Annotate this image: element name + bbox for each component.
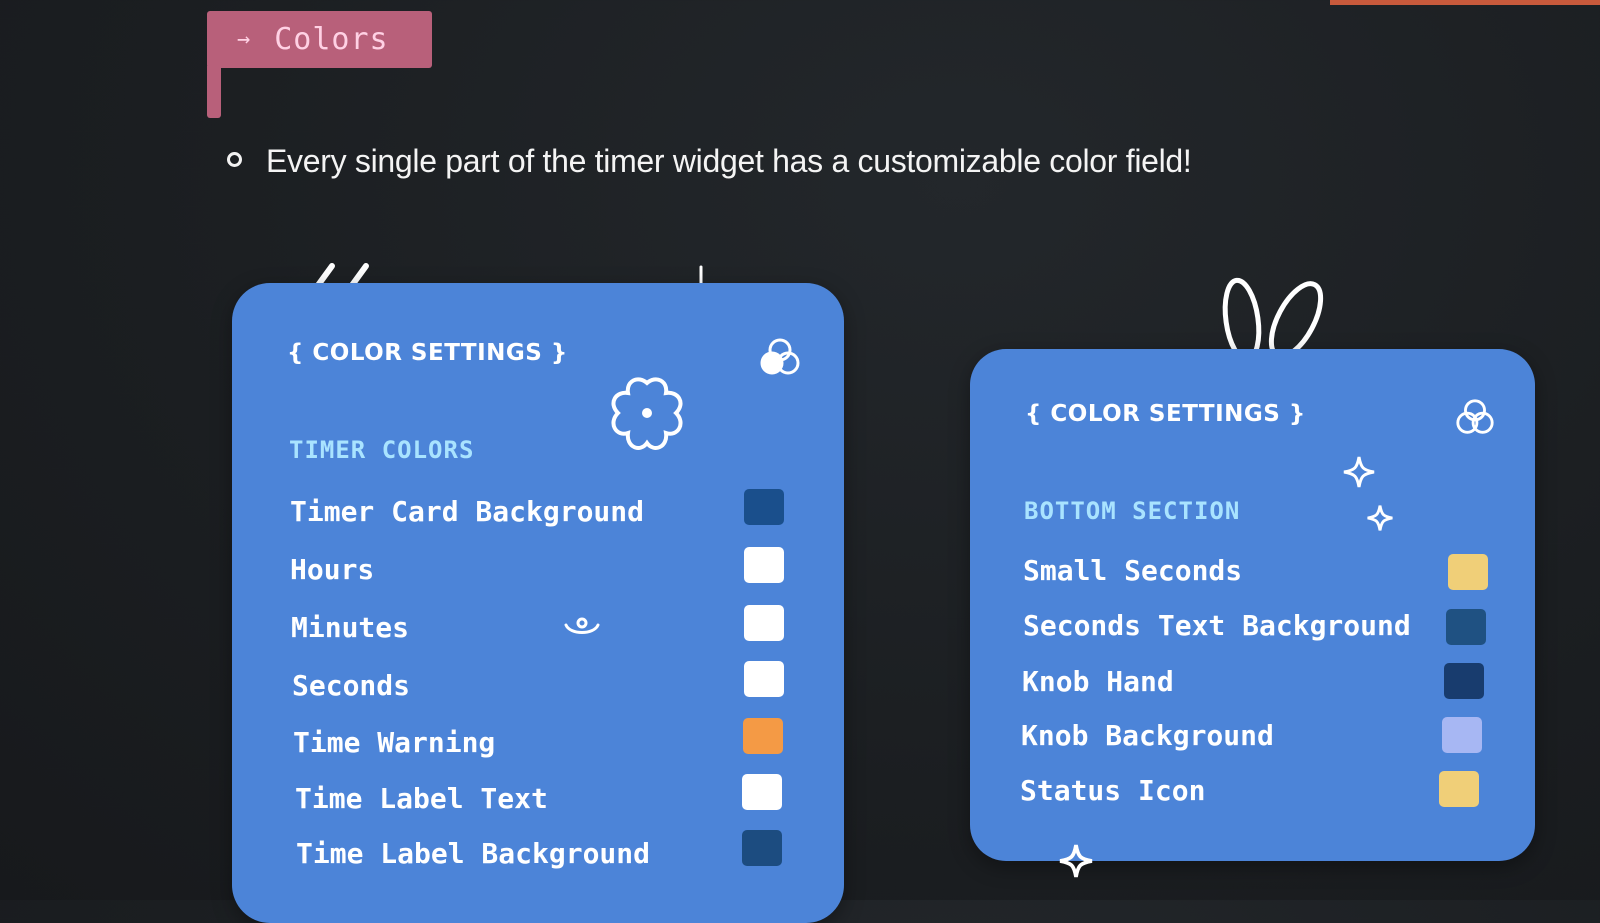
color-swatch[interactable]: [744, 489, 784, 525]
setting-label: Hours: [290, 553, 375, 586]
heading-stem-decoration: [207, 66, 221, 118]
section-heading[interactable]: → Colors: [207, 11, 432, 68]
color-swatch[interactable]: [1444, 663, 1484, 699]
color-settings-card-timer: { COLOR SETTINGS } TIMER COLORS Timer Ca…: [232, 283, 844, 923]
swirl-doodle-icon: [564, 617, 600, 634]
color-settings-card-bottom: { COLOR SETTINGS } BOTTOM SECTION Small …: [970, 349, 1535, 861]
color-swatch[interactable]: [743, 718, 783, 754]
setting-label: Seconds: [292, 669, 411, 702]
color-swatch[interactable]: [1448, 554, 1488, 590]
palette-icon[interactable]: [1454, 396, 1496, 438]
setting-label: Time Label Background: [296, 837, 651, 870]
section-heading-title: Colors: [274, 22, 389, 57]
flower-doodle-icon: [611, 377, 683, 450]
setting-label: Timer Card Background: [290, 495, 645, 528]
arrow-right-icon: →: [237, 27, 251, 52]
color-swatch[interactable]: [1442, 717, 1482, 753]
color-swatch[interactable]: [742, 774, 782, 810]
section-label-timer-colors: TIMER COLORS: [289, 436, 475, 464]
color-swatch[interactable]: [742, 830, 782, 866]
card-title: { COLOR SETTINGS }: [1025, 401, 1306, 427]
color-swatch[interactable]: [1439, 771, 1479, 807]
color-swatch[interactable]: [744, 661, 784, 697]
section-label-bottom-section: BOTTOM SECTION: [1024, 497, 1241, 525]
setting-label: Minutes: [291, 611, 410, 644]
color-swatch[interactable]: [744, 547, 784, 583]
sparkle-icon: [1367, 505, 1393, 531]
sparkle-icon: [1343, 456, 1375, 488]
setting-label: Seconds Text Background: [1023, 609, 1411, 642]
setting-label: Time Warning: [293, 726, 496, 759]
palette-icon[interactable]: [758, 335, 802, 379]
card-title: { COLOR SETTINGS }: [287, 340, 568, 366]
color-swatch[interactable]: [1446, 609, 1486, 645]
setting-label: Status Icon: [1020, 774, 1206, 807]
bullet-text: Every single part of the timer widget ha…: [266, 143, 1192, 179]
setting-label: Time Label Text: [295, 782, 548, 815]
setting-label: Knob Background: [1021, 719, 1274, 752]
color-swatch[interactable]: [744, 605, 784, 641]
sparkle-icon: [1059, 844, 1093, 878]
setting-label: Knob Hand: [1022, 665, 1174, 698]
bullet-icon: [227, 152, 242, 167]
setting-label: Small Seconds: [1023, 554, 1243, 587]
top-edge-accent: [1330, 0, 1600, 5]
